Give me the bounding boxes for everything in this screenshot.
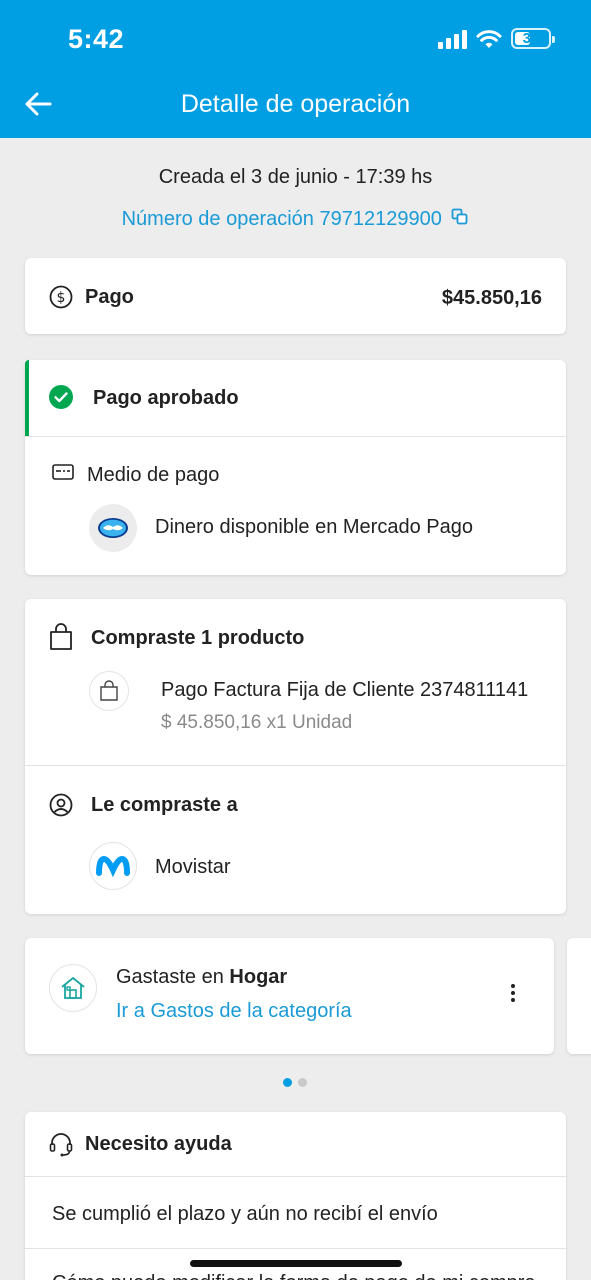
seller-title: Le compraste a — [91, 794, 238, 816]
help-item-payment-method[interactable]: Cómo puedo modificar la forma de pago de… — [52, 1272, 536, 1280]
category-name: Hogar — [229, 966, 288, 988]
purchase-card: Compraste 1 producto Pago Factura Fija d… — [25, 599, 566, 914]
signal-icon — [438, 29, 467, 49]
category-card: Gastaste en Hogar Ir a Gastos de la cate… — [25, 938, 554, 1054]
seller-name: Movistar — [155, 856, 231, 878]
operation-number[interactable]: Número de operación 79712129900 — [0, 208, 591, 231]
copy-icon[interactable] — [451, 208, 469, 226]
payment-amount: $45.850,16 — [441, 287, 542, 309]
product-detail: $ 45.850,16 x1 Unidad — [161, 712, 353, 733]
pagination-dot-active[interactable] — [283, 1078, 292, 1087]
payment-label: Pago — [85, 286, 134, 308]
status-card: Pago aprobado Medio de pago Dinero dispo… — [25, 360, 566, 575]
user-circle-icon — [49, 793, 73, 817]
next-carousel-card[interactable] — [567, 938, 591, 1054]
pagination-dot[interactable] — [298, 1078, 307, 1087]
purchase-title: Compraste 1 producto — [91, 627, 305, 649]
category-spent-text: Gastaste en Hogar — [116, 966, 288, 988]
mercadopago-logo-icon — [89, 504, 137, 552]
help-card: Necesito ayuda Se cumplió el plazo y aún… — [25, 1112, 566, 1280]
category-link[interactable]: Ir a Gastos de la categoría — [116, 1000, 352, 1023]
home-category-icon — [49, 964, 97, 1012]
help-item-delivery[interactable]: Se cumplió el plazo y aún no recibí el e… — [52, 1203, 438, 1226]
product-bag-icon — [89, 671, 129, 711]
dollar-circle-icon: $ — [49, 285, 73, 309]
app-header: 5:42 39 Detalle de operación — [0, 0, 591, 138]
home-indicator[interactable] — [190, 1260, 402, 1267]
page-title: Detalle de operación — [180, 90, 411, 118]
status-accent — [25, 360, 29, 436]
payment-card: $ Pago $45.850,16 — [25, 258, 566, 334]
created-date: Creada el 3 de junio - 17:39 hs — [158, 166, 433, 188]
svg-text:$: $ — [57, 290, 66, 306]
help-title: Necesito ayuda — [85, 1133, 232, 1155]
check-circle-icon — [49, 385, 73, 409]
operation-number-text: Número de operación 79712129900 — [121, 208, 442, 230]
shopping-bag-icon — [50, 623, 72, 650]
card-icon — [52, 464, 74, 480]
movistar-logo-icon — [89, 842, 137, 890]
status-icons: 39 — [438, 28, 555, 49]
payment-method-title: Medio de pago — [87, 464, 220, 486]
headset-icon — [49, 1133, 73, 1157]
battery-level: 39 — [522, 30, 540, 47]
more-vertical-icon[interactable] — [509, 982, 517, 1004]
status-label: Pago aprobado — [93, 387, 239, 409]
carousel-pagination — [283, 1078, 307, 1087]
status-time: 5:42 — [68, 24, 125, 54]
product-name[interactable]: Pago Factura Fija de Cliente 2374811141 — [161, 679, 528, 702]
wifi-icon — [476, 29, 502, 48]
battery-icon: 39 — [511, 28, 555, 49]
payment-method-value: Dinero disponible en Mercado Pago — [155, 516, 473, 538]
